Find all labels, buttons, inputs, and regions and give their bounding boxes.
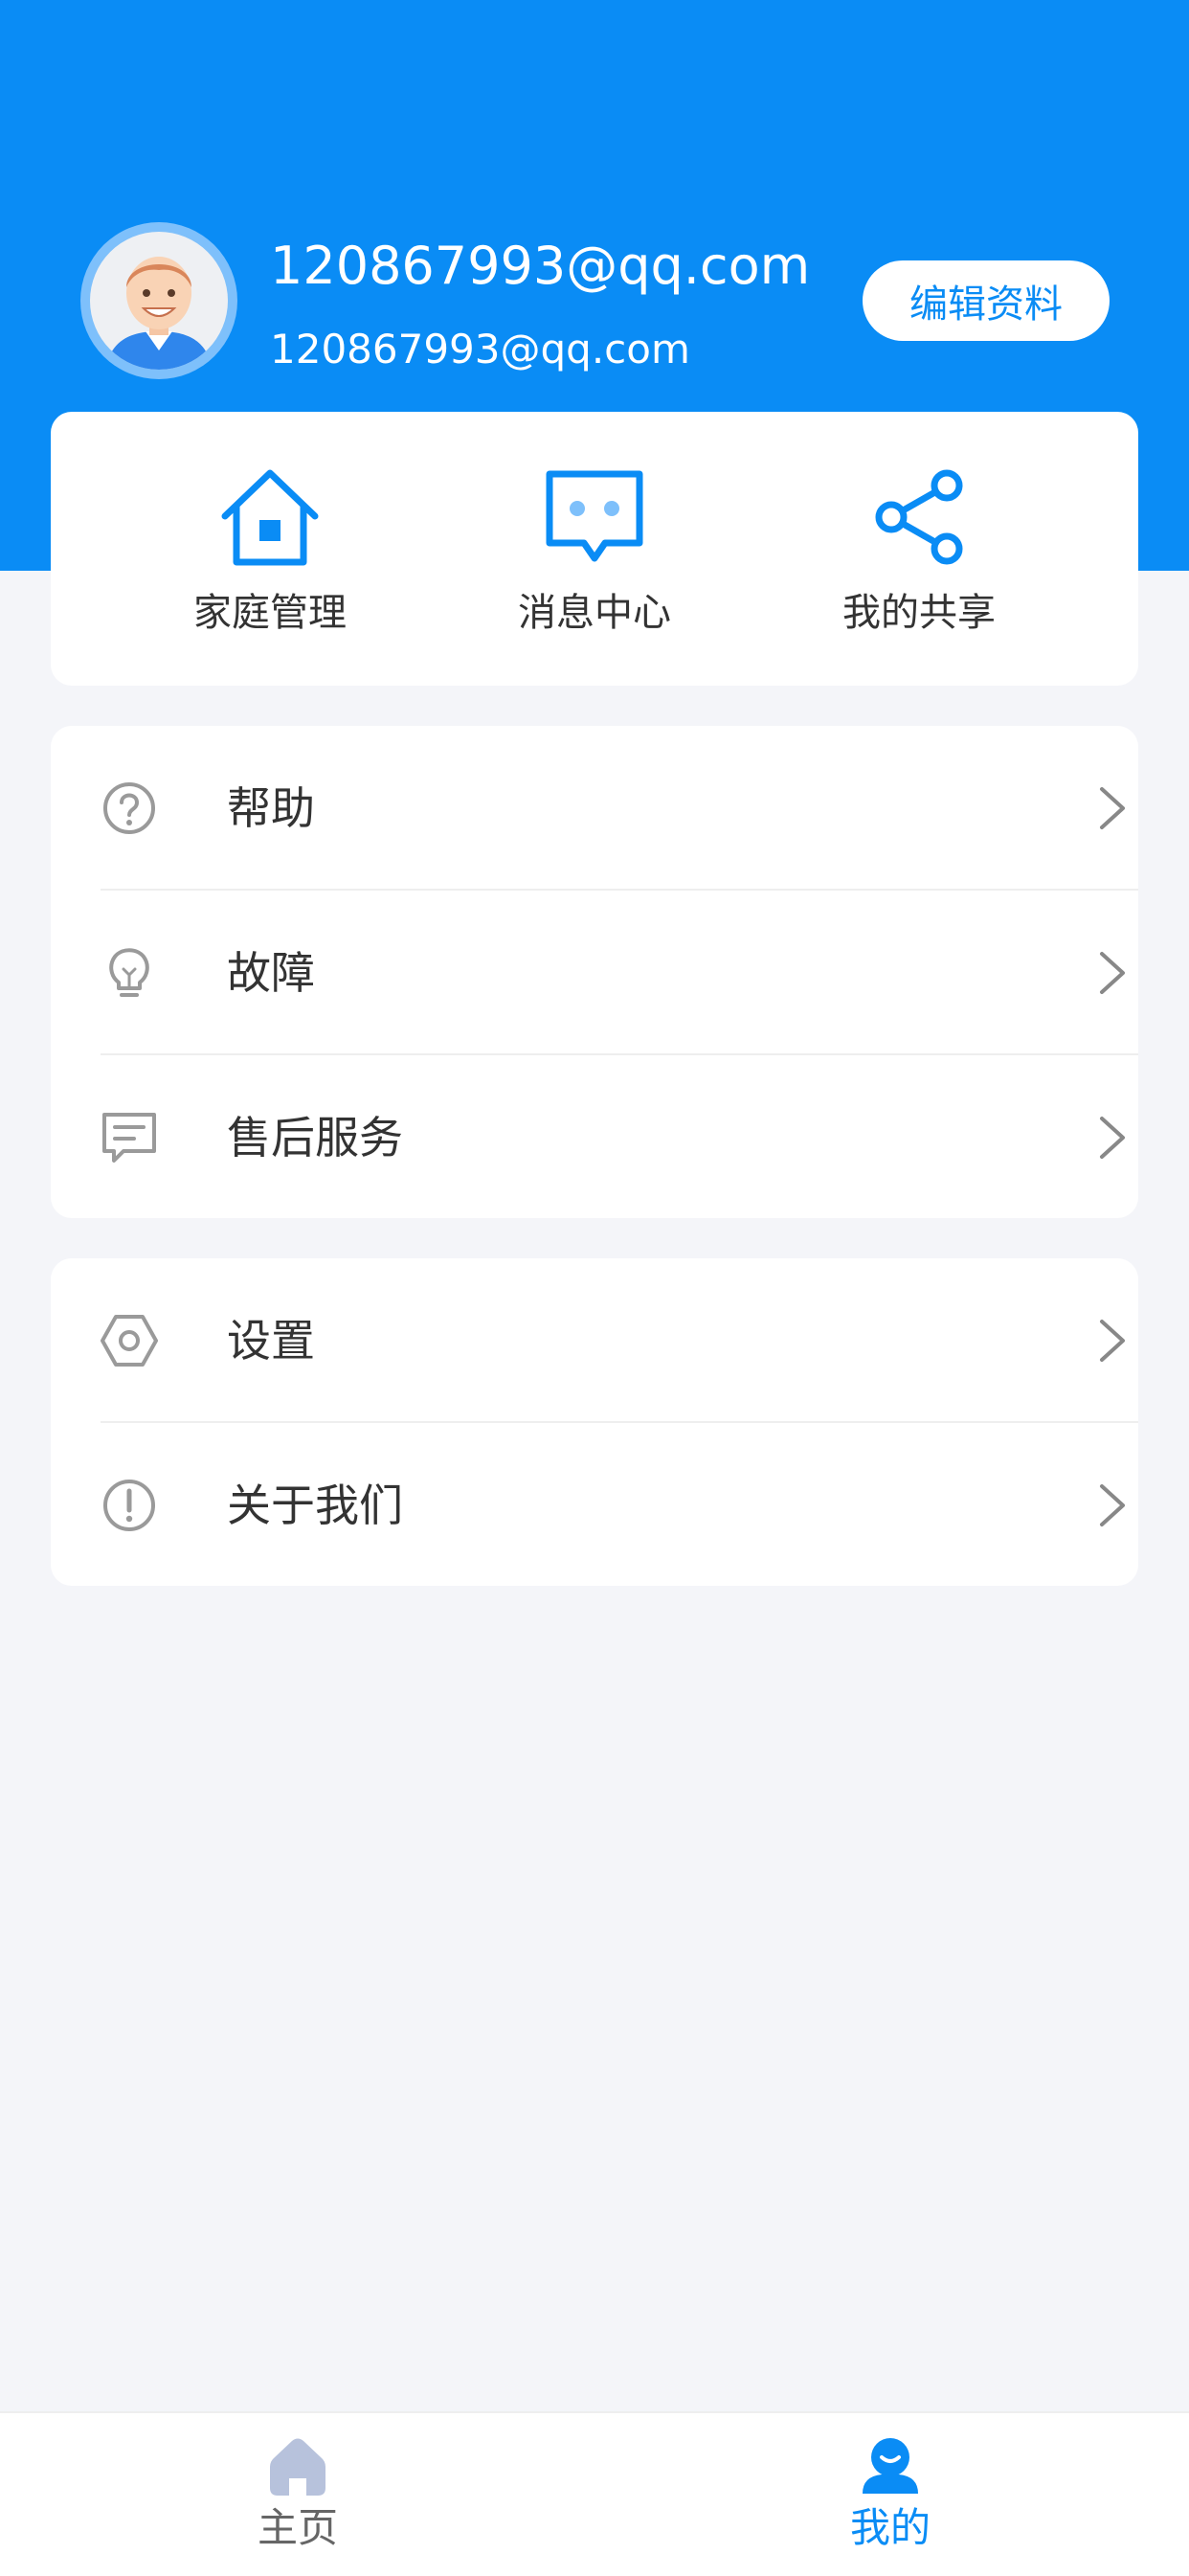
chat-lines-icon	[102, 1113, 156, 1163]
quick-actions-card: 家庭管理 消息中心 我的共享	[51, 412, 1138, 686]
home-icon	[270, 2438, 325, 2496]
menu-item-label: 帮助	[227, 782, 315, 834]
tab-mine[interactable]: 我的	[785, 2434, 996, 2555]
chevron-right-icon	[1100, 1117, 1125, 1159]
bottom-tab-bar: 主页 我的	[0, 2411, 1189, 2576]
share-icon	[875, 469, 963, 565]
menu-item-help[interactable]: 帮助	[101, 726, 1138, 891]
message-bubble-icon	[546, 470, 643, 562]
menu-item-after-sales[interactable]: 售后服务	[101, 1055, 1138, 1220]
menu-item-label: 售后服务	[227, 1112, 403, 1164]
menu-item-label: 设置	[227, 1315, 315, 1367]
user-display-name: 120867993@qq.com	[270, 236, 811, 296]
chevron-right-icon	[1100, 1320, 1125, 1362]
user-avatar[interactable]	[80, 222, 237, 379]
menu-item-fault[interactable]: 故障	[101, 891, 1138, 1055]
tab-label: 我的	[849, 2504, 931, 2551]
chevron-right-icon	[1100, 1484, 1125, 1526]
quick-action-label: 我的共享	[842, 591, 996, 635]
edit-profile-button[interactable]: 编辑资料	[863, 260, 1110, 341]
tab-home[interactable]: 主页	[192, 2434, 403, 2555]
user-account: 120867993@qq.com	[270, 326, 690, 373]
menu-group-settings: 设置 关于我们	[51, 1258, 1138, 1586]
quick-action-message-center[interactable]: 消息中心	[484, 464, 705, 637]
exclamation-circle-icon	[103, 1480, 155, 1531]
menu-item-label: 故障	[227, 947, 315, 999]
hexagon-settings-icon	[101, 1315, 158, 1367]
menu-item-about-us[interactable]: 关于我们	[101, 1423, 1138, 1588]
menu-item-settings[interactable]: 设置	[101, 1258, 1138, 1423]
tab-label: 主页	[257, 2504, 338, 2551]
menu-item-label: 关于我们	[227, 1480, 403, 1531]
chevron-right-icon	[1100, 787, 1125, 829]
avatar-face-icon	[90, 232, 228, 370]
quick-action-home-management[interactable]: 家庭管理	[160, 464, 380, 637]
quick-action-label: 消息中心	[518, 591, 671, 635]
house-icon	[221, 469, 319, 566]
profile-icon	[863, 2438, 918, 2494]
chevron-right-icon	[1100, 952, 1125, 994]
quick-action-my-share[interactable]: 我的共享	[809, 464, 1029, 637]
lightbulb-icon	[109, 948, 149, 997]
question-circle-icon	[103, 782, 155, 834]
quick-action-label: 家庭管理	[193, 591, 347, 635]
menu-group-support: 帮助 故障 售后服务	[51, 726, 1138, 1218]
